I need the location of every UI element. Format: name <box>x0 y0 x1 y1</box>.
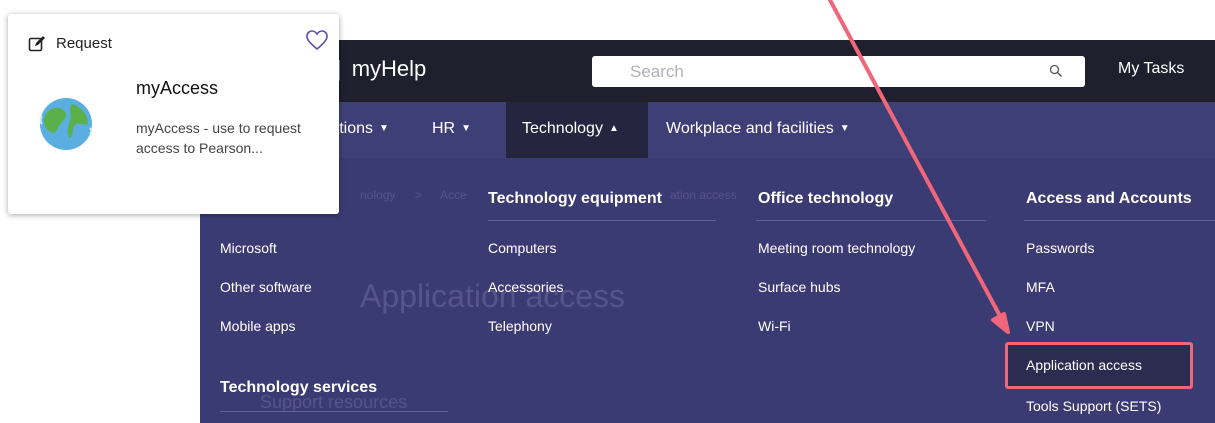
breadcrumb-item: Acce <box>440 188 467 202</box>
divider <box>220 411 448 412</box>
search-box[interactable]: Search <box>592 56 1085 87</box>
nav-item-technology[interactable]: Technology ▲ <box>522 120 619 138</box>
divider <box>488 220 716 221</box>
nav-item-hr[interactable]: HR ▼ <box>432 120 471 138</box>
my-tasks-link[interactable]: My Tasks <box>1118 60 1184 78</box>
search-input[interactable]: Search <box>630 62 684 82</box>
menu-heading-access-and-accounts: Access and Accounts <box>1026 190 1192 207</box>
menu-link-telephony[interactable]: Telephony <box>488 318 552 334</box>
chevron-up-icon: ▲ <box>608 123 619 134</box>
menu-link-wifi[interactable]: Wi-Fi <box>758 318 791 334</box>
breadcrumb-item: nology <box>360 188 396 202</box>
brand[interactable]: |myHelp <box>336 56 426 82</box>
chevron-down-icon: ▼ <box>379 123 389 134</box>
menu-link-computers[interactable]: Computers <box>488 240 556 256</box>
nav-item-label: Workplace and facilities <box>666 120 834 137</box>
menu-link-vpn[interactable]: VPN <box>1026 318 1055 334</box>
chevron-down-icon: ▼ <box>839 123 850 134</box>
menu-link-microsoft[interactable]: Microsoft <box>220 240 277 256</box>
favorite-heart-icon[interactable] <box>305 29 329 51</box>
menu-link-passwords[interactable]: Passwords <box>1026 240 1094 256</box>
nav-item-label: HR <box>432 120 456 137</box>
menu-link-accessories[interactable]: Accessories <box>488 279 563 295</box>
globe-icon <box>39 98 93 150</box>
card-title[interactable]: myAccess <box>136 78 218 99</box>
breadcrumb-item: ation access <box>670 188 737 202</box>
menu-heading-office-technology: Office technology <box>758 190 894 207</box>
nav-item-label: Technology <box>522 120 603 137</box>
search-icon[interactable] <box>1049 64 1063 78</box>
menu-heading-technology-services: Technology services <box>220 379 378 396</box>
menu-link-other-software[interactable]: Other software <box>220 279 312 295</box>
divider <box>756 220 986 221</box>
menu-link-tools-support[interactable]: Tools Support (SETS) <box>1026 398 1161 414</box>
top-bar: |myHelp Search My Tasks <box>200 40 1215 102</box>
menu-link-application-access[interactable]: Application access <box>1026 357 1142 373</box>
menu-link-mfa[interactable]: MFA <box>1026 279 1055 295</box>
menu-link-mobile-apps[interactable]: Mobile apps <box>220 318 296 334</box>
app-name: myHelp <box>351 56 427 81</box>
divider <box>1024 220 1215 221</box>
menu-heading-technology-equipment: Technology equipment <box>488 190 662 207</box>
menu-link-surface-hubs[interactable]: Surface hubs <box>758 279 841 295</box>
menu-link-meeting-room-technology[interactable]: Meeting room technology <box>758 240 915 256</box>
request-type-label: Request <box>56 35 112 52</box>
nav-item-workplace[interactable]: Workplace and facilities ▼ <box>666 120 850 138</box>
main-nav: rations ▼ HR ▼ Technology ▲ Workplace and f… <box>200 102 1215 158</box>
edit-icon <box>28 36 45 52</box>
card-description: myAccess - use to request access to Pear… <box>136 120 301 156</box>
request-card[interactable]: Request myAccess myAccess - use to reque… <box>8 14 339 214</box>
chevron-down-icon: ▼ <box>461 123 472 134</box>
breadcrumb-separator: > <box>415 188 423 202</box>
